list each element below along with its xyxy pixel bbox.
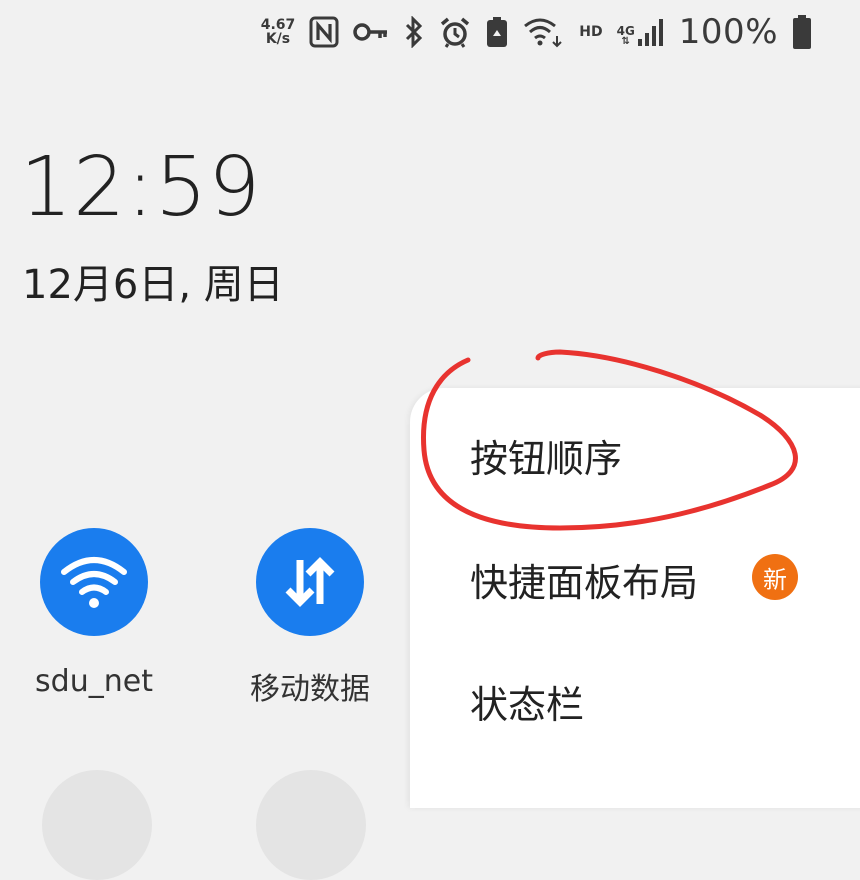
bluetooth-icon xyxy=(403,16,425,48)
mobile-data-toggle-button[interactable] xyxy=(256,528,364,636)
quick-tile-mobile-data[interactable]: 移动数据 xyxy=(210,528,410,708)
menu-item-label: 按钮顺序 xyxy=(470,437,623,481)
speed-value: 4.67 xyxy=(260,17,296,33)
wifi-tile-label: sdu_net xyxy=(35,664,153,699)
mobile-signal: 4G ⇅ xyxy=(617,17,665,47)
nfc-icon xyxy=(309,16,339,48)
menu-item-label: 快捷面板布局 xyxy=(470,561,699,605)
quick-tile-placeholder[interactable] xyxy=(42,770,152,880)
menu-item-status-bar[interactable]: 状态栏 xyxy=(470,674,584,729)
hd-voice-label: HD xyxy=(579,24,603,40)
network-speed: 4.67 K/s xyxy=(261,18,296,46)
mobile-data-tile-label: 移动数据 xyxy=(250,672,370,707)
battery-saver-icon xyxy=(485,16,509,48)
wifi-toggle-button[interactable] xyxy=(40,528,148,636)
quick-tile-placeholder[interactable] xyxy=(256,770,366,880)
status-bar: 4.67 K/s HD 4G ⇅ 100% xyxy=(261,10,812,54)
menu-item-label: 状态栏 xyxy=(470,683,585,727)
alarm-icon xyxy=(439,16,471,48)
key-icon xyxy=(353,21,389,43)
speed-unit: K/s xyxy=(265,31,291,47)
battery-percent: 100% xyxy=(678,12,778,52)
clock-date: 12月6日, 周日 xyxy=(22,262,284,308)
wifi-icon xyxy=(61,557,127,608)
mobile-data-icon xyxy=(285,557,335,607)
clock-time: 12:59 xyxy=(20,140,262,235)
quick-tile-wifi[interactable]: sdu_net xyxy=(0,528,194,699)
signal-strength-icon xyxy=(637,19,663,46)
menu-item-button-order[interactable]: 按钮顺序 xyxy=(470,428,622,483)
battery-icon xyxy=(792,14,812,50)
new-badge: 新 xyxy=(752,554,798,600)
options-popup-menu: 按钮顺序 快捷面板布局 新 状态栏 xyxy=(410,388,860,808)
data-activity-arrows: ⇅ xyxy=(621,36,630,47)
wifi-calling-icon xyxy=(523,16,565,48)
